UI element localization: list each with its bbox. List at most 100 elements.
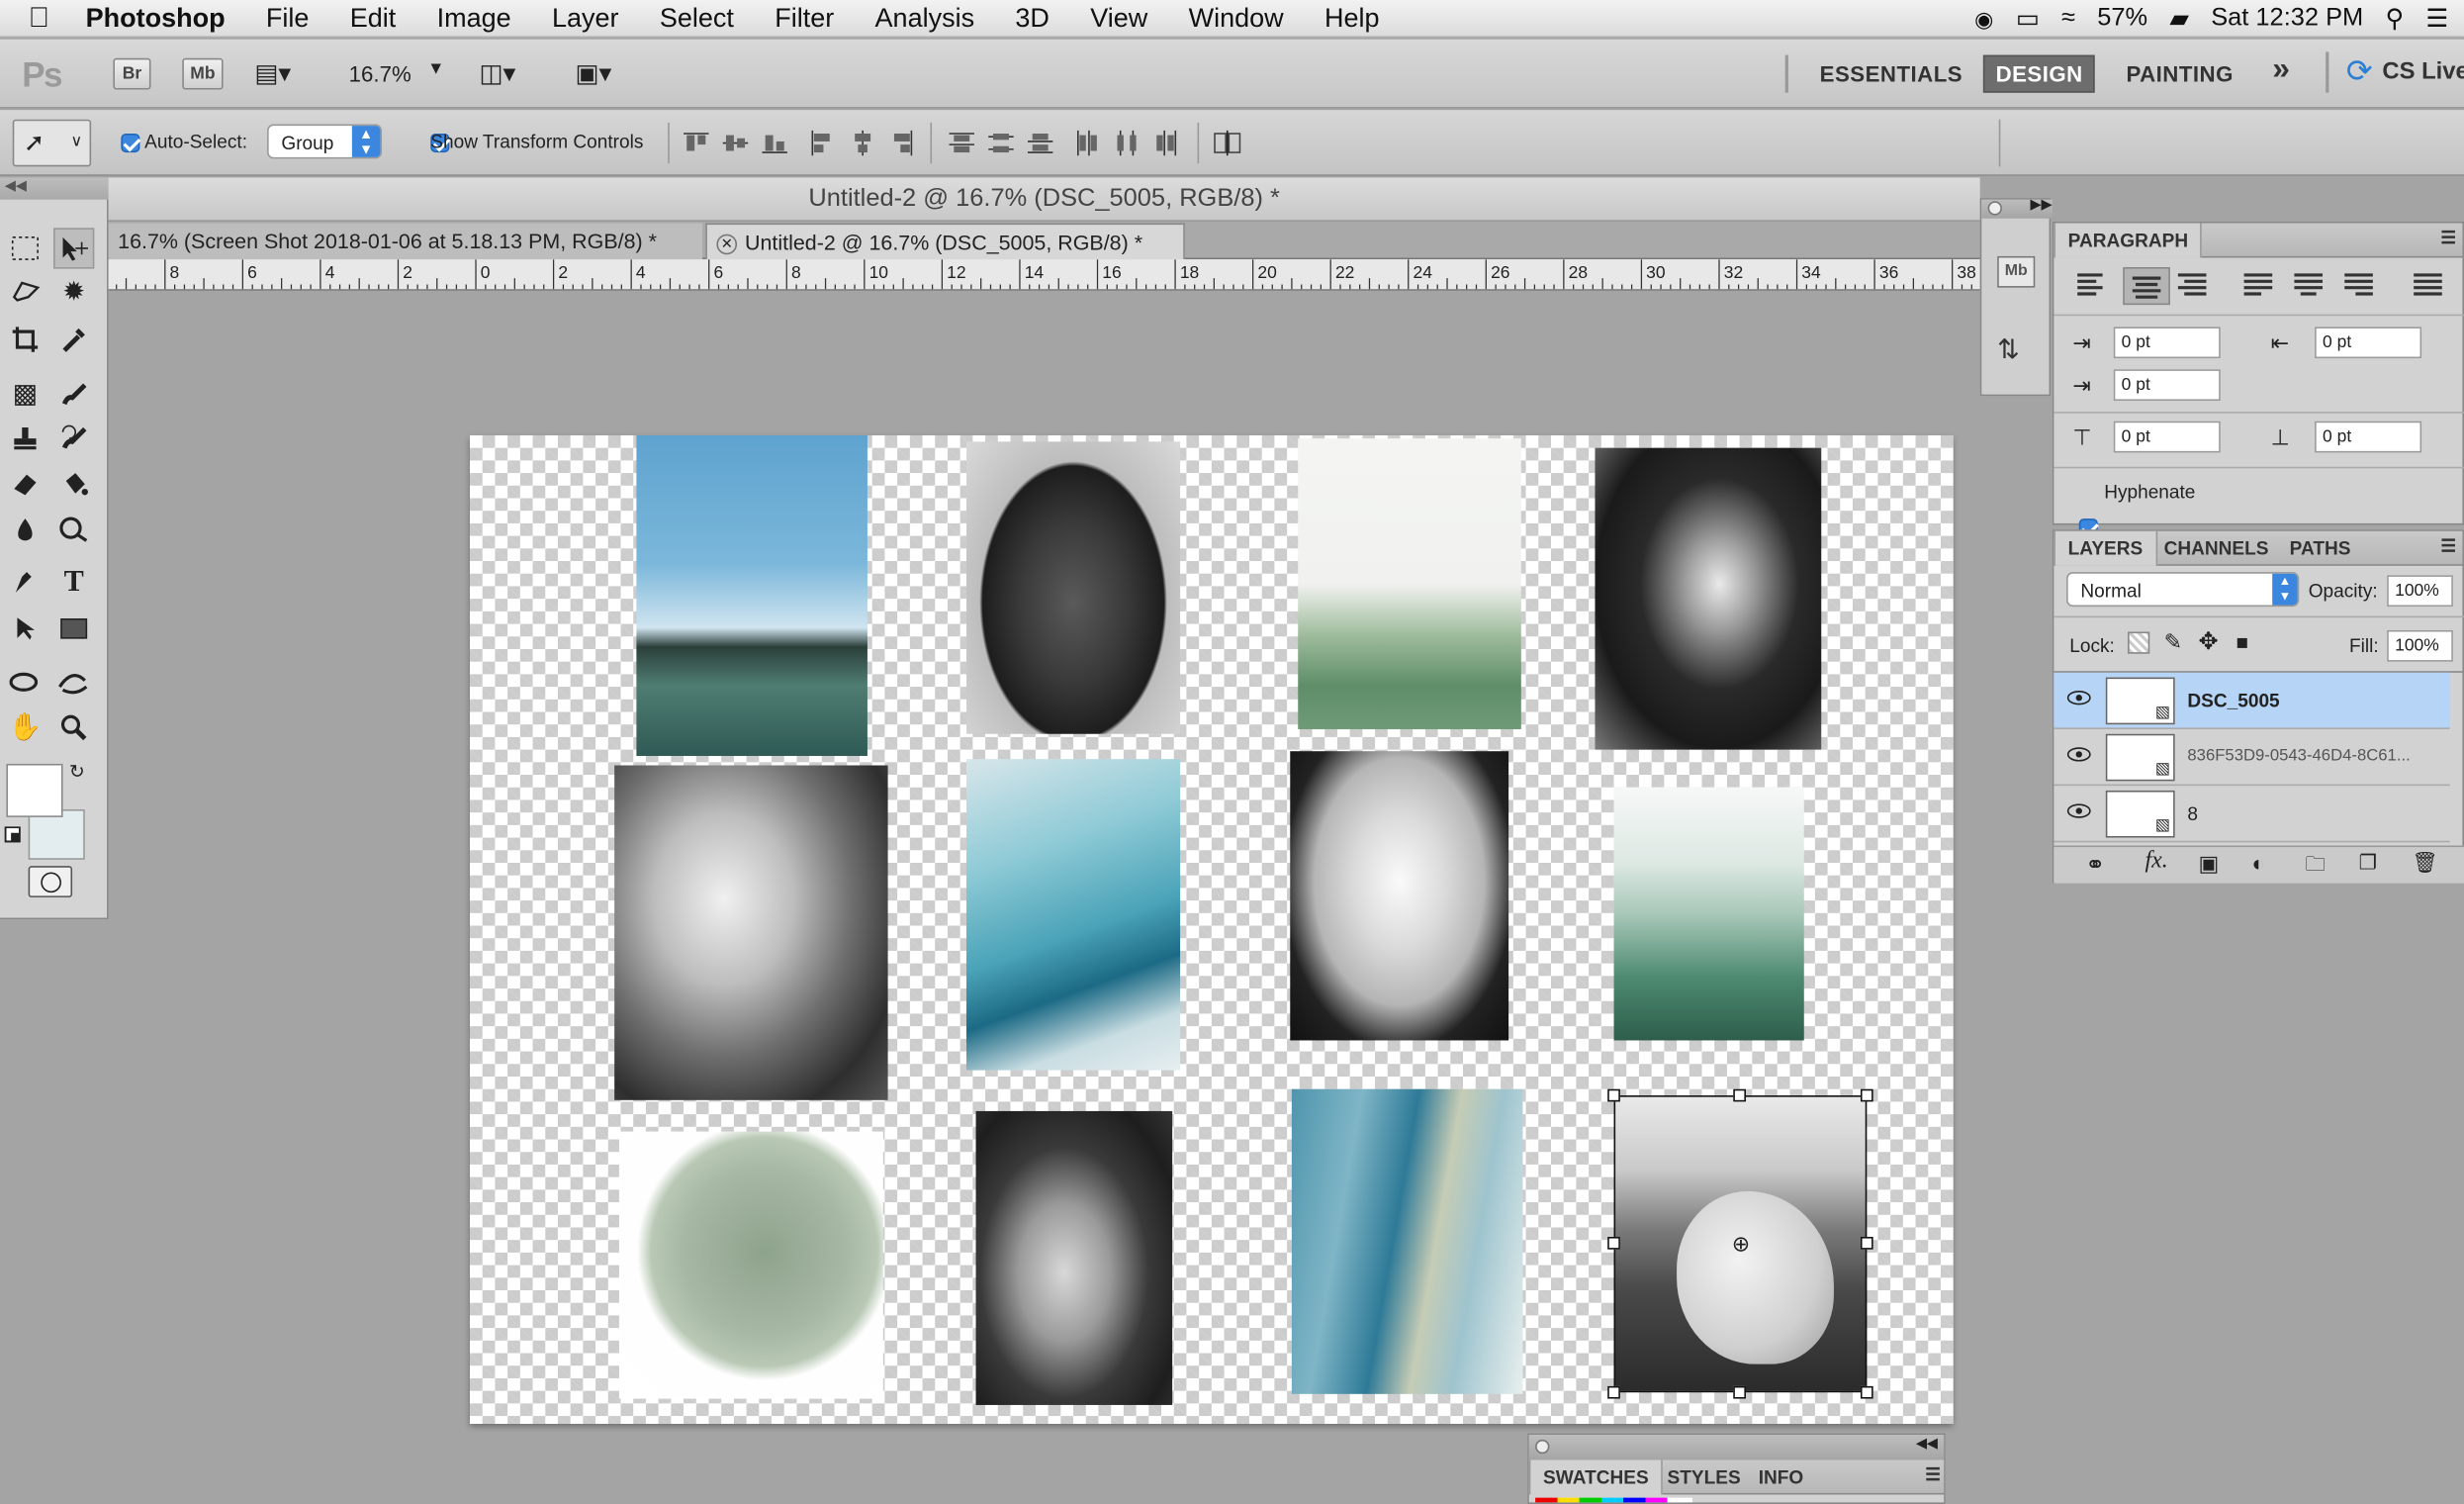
menu-file[interactable]: File [245,2,329,34]
tool-preset-picker[interactable]: ➚ ∨ [12,119,92,167]
justify-last-left-icon[interactable] [2242,270,2274,307]
distribute-horizontal-centers-icon[interactable] [1113,129,1141,157]
photo-man-holding-baby[interactable] [1595,447,1822,750]
photo-teal-abstract-painting[interactable] [1291,1088,1523,1394]
photo-mother-and-baby[interactable] [614,765,888,1100]
apple-icon[interactable]:  [0,2,70,35]
hand-icon[interactable]: ✋ [5,707,46,748]
align-right-edges-icon[interactable] [888,129,917,157]
transform-handle-top-left[interactable] [1607,1088,1620,1102]
tab-untitled-2[interactable]: ✕ Untitled-2 @ 16.7% (DSC_5005, RGB/8) * [705,223,1185,260]
space-before-field[interactable]: 0 pt [2113,421,2221,453]
photo-couple-with-newborn[interactable] [975,1110,1173,1405]
zoom-level[interactable]: 16.7% [349,61,411,86]
mini-bridge-button[interactable]: Mb [182,57,224,90]
zoom-dropdown-icon[interactable]: ▼ [427,59,444,78]
menu-select[interactable]: Select [639,2,754,34]
swap-colors-icon[interactable]: ↻ [69,761,85,783]
lock-position-icon[interactable]: ✥ [2199,627,2219,655]
photo-baby-in-hood[interactable] [1290,751,1509,1041]
tab-channels[interactable]: CHANNELS [2151,531,2281,566]
distribute-left-icon[interactable] [1073,129,1102,157]
type-tool-icon[interactable]: T [53,563,94,604]
transform-handle-left[interactable] [1607,1236,1620,1250]
collapse-panel-icon[interactable]: ◀◀ [1916,1435,1938,1452]
move-tool-icon[interactable] [53,228,95,269]
distribute-right-icon[interactable] [1151,129,1180,157]
justify-last-center-icon[interactable] [2293,270,2325,307]
transform-center-icon[interactable]: ⊕ [1732,1231,1751,1258]
fx-icon[interactable]: fx. [2145,849,2168,876]
view-extras-icon[interactable]: ▤▾ [254,58,291,90]
menu-filter[interactable]: Filter [755,2,855,34]
layer-name[interactable]: DSC_5005 [2187,690,2279,711]
swatches-panel-titlebar[interactable]: ◀◀ [1528,1435,1945,1460]
dock-header[interactable]: ▶▶ [1981,197,2053,219]
layer-name[interactable]: 8 [2187,803,2198,825]
paint-bucket-icon[interactable] [53,464,94,505]
path-selection-icon[interactable] [5,609,46,649]
close-panel-icon[interactable] [1987,201,2002,216]
new-group-icon[interactable]: 🗀 [2306,850,2327,885]
photo-agave-plant[interactable] [1298,438,1521,729]
menu-window[interactable]: Window [1168,2,1304,34]
brush-icon[interactable] [53,374,94,415]
expand-panel-icon[interactable]: ▶▶ [2031,197,2053,214]
default-colors-icon[interactable] [4,826,21,843]
photo-dog-portrait[interactable] [966,441,1181,734]
close-panel-icon[interactable] [1535,1439,1550,1455]
photo-abstract-blue-paint[interactable] [966,759,1181,1071]
pen-icon[interactable] [5,563,46,604]
indent-left-field[interactable]: 0 pt [2113,327,2221,359]
clock[interactable]: Sat 12:32 PM [2211,5,2363,34]
3d-orbit-icon[interactable] [53,662,94,703]
more-workspaces-button[interactable]: » [2272,51,2290,88]
photo-watercolor-landscape[interactable] [636,434,867,756]
transform-handle-top[interactable] [1733,1088,1746,1102]
panel-menu-icon[interactable]: ☰ [2440,228,2456,248]
auto-select-checkbox[interactable] [121,134,140,153]
menu-app-name[interactable]: Photoshop [70,2,246,34]
foreground-color-swatch[interactable] [6,763,63,817]
zoom-icon[interactable] [53,707,94,748]
workspace-essentials[interactable]: ESSENTIALS [1820,61,1962,86]
lasso-icon[interactable] [5,272,46,313]
history-panel-icon[interactable]: ⇅ [1997,334,2020,366]
photo-green-watercolor[interactable] [1613,787,1804,1041]
adjustment-layer-icon[interactable]: ◐ [2252,850,2265,875]
panel-menu-icon[interactable]: ☰ [1925,1464,1941,1485]
tab-swatches[interactable]: SWATCHES [1528,1459,1663,1495]
rectangle-shape-icon[interactable] [53,609,94,649]
quick-mask-icon[interactable] [28,866,73,897]
cs-live-label[interactable]: CS Live [2382,58,2464,85]
align-vertical-centers-icon[interactable] [721,129,750,157]
blend-mode-dropdown[interactable]: Normal ▲ ▼ [2066,572,2300,608]
layer-row-dsc-5005[interactable]: ▧ DSC_5005 [2053,672,2450,729]
dodge-icon[interactable] [53,510,94,550]
menu-analysis[interactable]: Analysis [855,2,995,34]
spot-healing-icon[interactable]: ▩ [5,374,46,415]
layer-row-8[interactable]: ▧ 8 [2053,786,2450,843]
menu-3d[interactable]: 3D [995,2,1070,34]
airplay-icon[interactable]: ▭ [2016,3,2040,35]
distribute-top-icon[interactable] [948,129,976,157]
visibility-eye-icon[interactable] [2066,745,2091,767]
align-right-text-icon[interactable] [2176,270,2208,307]
menu-layer[interactable]: Layer [531,2,639,34]
add-mask-icon[interactable]: ▣ [2199,850,2220,877]
transform-handle-top-right[interactable] [1860,1088,1873,1102]
transform-handle-bottom-right[interactable] [1860,1385,1873,1399]
indent-right-field[interactable]: 0 pt [2315,327,2422,359]
rectangular-marquee-icon[interactable] [5,228,46,268]
menu-view[interactable]: View [1070,2,1168,34]
distribute-bottom-icon[interactable] [1026,129,1054,157]
panel-menu-icon[interactable]: ☰ [2440,536,2456,556]
align-center-text-icon[interactable] [2123,267,2170,306]
menu-edit[interactable]: Edit [329,2,416,34]
clone-stamp-icon[interactable] [5,418,46,458]
layer-name[interactable]: 836F53D9-0543-46D4-8C61... [2187,746,2410,765]
align-left-text-icon[interactable] [2076,270,2108,307]
bridge-button[interactable]: Br [113,57,151,90]
blur-icon[interactable] [5,510,46,550]
tab-screen-shot[interactable]: 16.7% (Screen Shot 2018-01-06 at 5.18.13… [108,223,703,260]
